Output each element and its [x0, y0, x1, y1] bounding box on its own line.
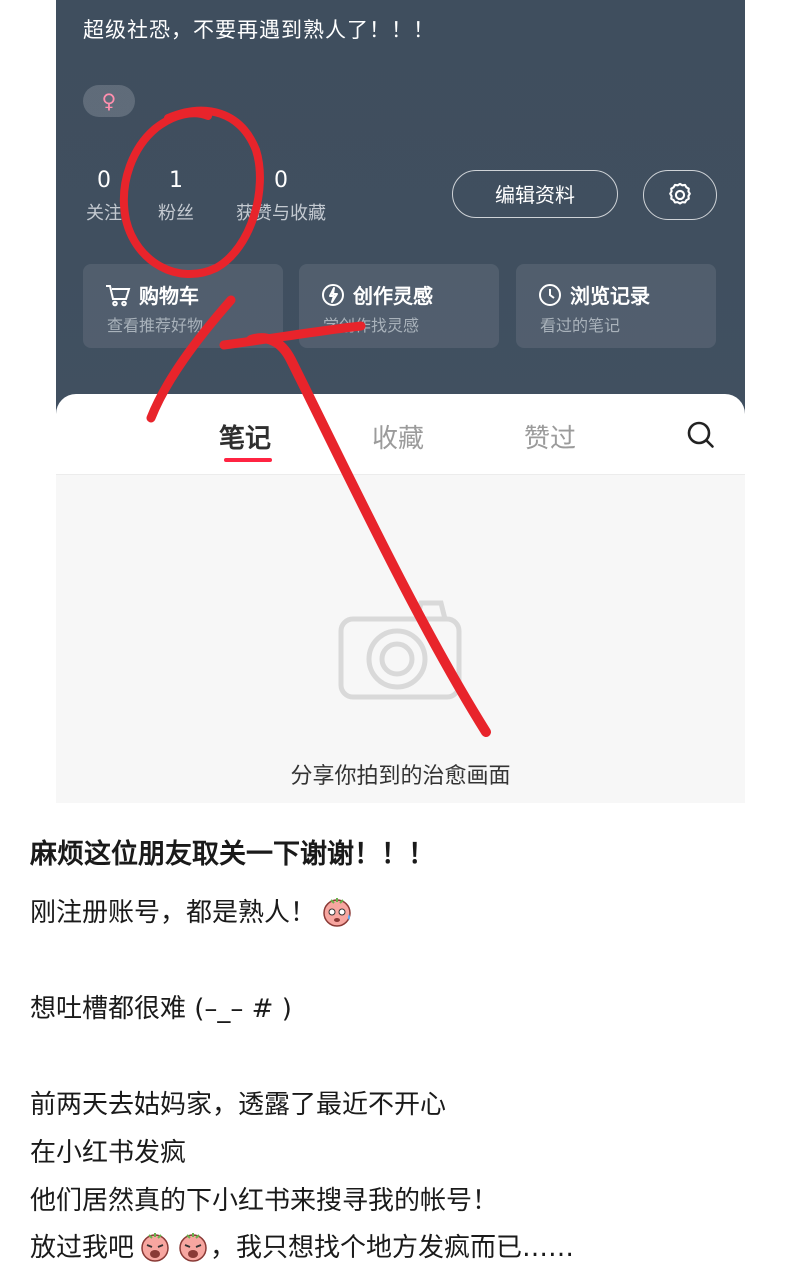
crying-face-icon	[179, 1232, 207, 1262]
crying-face-icon	[141, 1232, 169, 1262]
card-subtitle: 学创作找灵感	[323, 316, 420, 335]
content-tabs: 笔记 收藏 赞过	[56, 394, 745, 475]
clock-icon	[539, 283, 561, 306]
search-icon	[687, 421, 714, 448]
profile-screenshot: 超级社恐，不要再遇到熟人了！！！ ♀ 0 关注 1 粉丝 0 获赞与收藏 编辑资…	[56, 0, 745, 803]
post-line: 前两天去姑妈家，透露了最近不开心	[30, 1084, 446, 1121]
card-title: 购物车	[139, 284, 199, 308]
cart-icon	[106, 284, 131, 306]
post-line: 放过我吧 ，我只想找个地方发疯而已……	[30, 1227, 574, 1264]
card-shopping-cart[interactable]: 购物车 查看推荐好物	[83, 264, 283, 348]
card-title: 浏览记录	[570, 284, 650, 308]
tab-liked[interactable]: 赞过	[524, 418, 576, 455]
stat-followers[interactable]: 1 粉丝	[154, 168, 198, 226]
post-line-text: 在小红书发疯	[30, 1138, 187, 1168]
sweat-face-icon	[323, 897, 351, 927]
bulb-icon	[322, 283, 344, 306]
stat-likes-collects[interactable]: 0 获赞与收藏	[226, 168, 336, 226]
post-line-text: ，我只想找个地方发疯而已……	[210, 1233, 575, 1263]
post-title: 麻烦这位朋友取关一下谢谢！！！	[30, 839, 435, 870]
active-tab-indicator	[224, 458, 272, 462]
post-line-text: 刚注册账号，都是熟人！	[30, 898, 317, 928]
edit-profile-button[interactable]: 编辑资料	[452, 170, 618, 218]
post-line-text: 前两天去姑妈家，透露了最近不开心	[30, 1090, 447, 1120]
profile-header: 超级社恐，不要再遇到熟人了！！！ ♀ 0 关注 1 粉丝 0 获赞与收藏 编辑资…	[56, 0, 745, 430]
gear-icon	[669, 182, 691, 205]
following-count: 0	[97, 168, 111, 193]
post-line-text: 他们居然真的下小红书来搜寻我的帐号！	[30, 1186, 499, 1216]
likes-label: 获赞与收藏	[236, 203, 326, 224]
post-line-text: 放过我吧	[30, 1233, 135, 1263]
tab-notes[interactable]: 笔记	[219, 418, 271, 455]
post-line: 他们居然真的下小红书来搜寻我的帐号！	[30, 1180, 498, 1217]
post-line-text: 想吐槽都很难 (–_– # )	[30, 994, 292, 1024]
likes-count: 0	[274, 168, 288, 193]
followers-count: 1	[169, 168, 183, 193]
followers-label: 粉丝	[158, 203, 194, 224]
empty-state-text: 分享你拍到的治愈画面	[290, 764, 511, 789]
card-subtitle: 看过的笔记	[540, 316, 621, 335]
settings-button[interactable]	[643, 170, 717, 220]
card-title: 创作灵感	[353, 284, 433, 308]
profile-bio: 超级社恐，不要再遇到熟人了！！！	[83, 18, 435, 42]
notes-empty-state: 分享你拍到的治愈画面	[56, 475, 745, 803]
post-line: 刚注册账号，都是熟人！	[30, 892, 354, 929]
gender-badge: ♀	[83, 85, 135, 117]
card-subtitle: 查看推荐好物	[107, 316, 204, 335]
post-line: 想吐槽都很难 (–_– # )	[30, 988, 292, 1025]
tab-collections[interactable]: 收藏	[372, 418, 424, 455]
following-label: 关注	[86, 203, 122, 224]
card-inspiration[interactable]: 创作灵感 学创作找灵感	[299, 264, 499, 348]
card-history[interactable]: 浏览记录 看过的笔记	[516, 264, 716, 348]
camera-icon	[338, 600, 462, 700]
female-icon: ♀	[101, 89, 117, 113]
search-button[interactable]	[686, 420, 716, 454]
post-line: 在小红书发疯	[30, 1132, 186, 1169]
stat-following[interactable]: 0 关注	[82, 168, 126, 226]
